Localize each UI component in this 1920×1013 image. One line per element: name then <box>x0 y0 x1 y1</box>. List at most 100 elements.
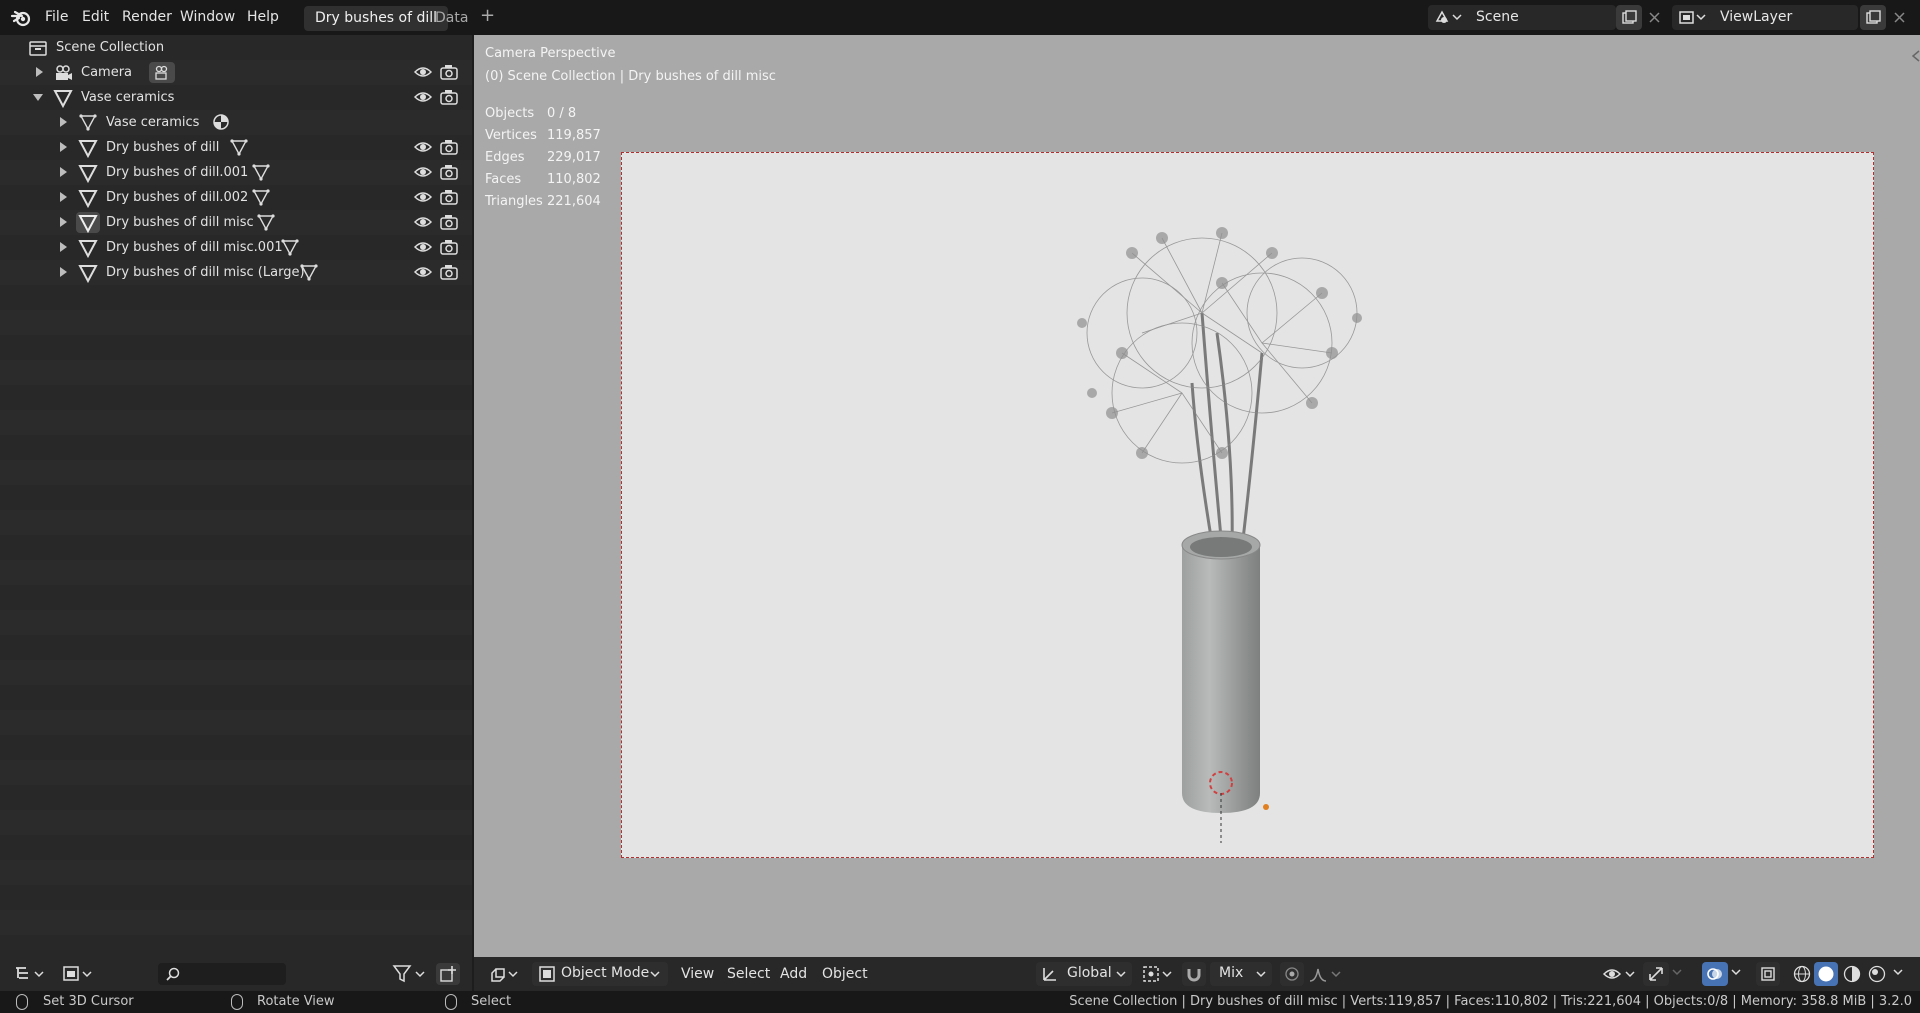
outliner-row-dill-misc-001[interactable]: Dry bushes of dill misc.001 <box>0 235 472 260</box>
new-view-layer-button[interactable] <box>1860 5 1886 30</box>
new-collection-button[interactable] <box>436 963 460 985</box>
expand-arrow-icon[interactable] <box>60 192 67 202</box>
delete-scene-button[interactable] <box>1641 5 1667 30</box>
3d-viewport[interactable]: Camera Perspective (0) Scene Collection … <box>474 35 1920 957</box>
visibility-eye-icon[interactable] <box>414 139 432 155</box>
viewport-title: Camera Perspective <box>485 46 616 61</box>
new-scene-button[interactable] <box>1616 5 1642 30</box>
mesh-data-icon[interactable] <box>252 188 270 206</box>
render-camera-icon[interactable] <box>440 189 458 205</box>
expand-arrow-icon[interactable] <box>60 117 67 127</box>
visibility-eye-icon[interactable] <box>414 189 432 205</box>
search-icon <box>166 967 180 981</box>
menu-add[interactable]: Add <box>780 966 807 982</box>
solid-shading-button[interactable] <box>1814 962 1838 986</box>
material-icon[interactable] <box>212 113 230 131</box>
pivot-point-icon[interactable] <box>1142 965 1176 983</box>
mesh-data-icon[interactable] <box>257 213 275 231</box>
material-preview-icon[interactable] <box>1843 965 1861 983</box>
blender-logo-icon[interactable] <box>10 7 32 29</box>
visibility-eye-icon[interactable] <box>414 264 432 280</box>
outliner-item-label: Vase ceramics <box>106 115 200 130</box>
visibility-eye-icon[interactable] <box>414 164 432 180</box>
visibility-eye-icon[interactable] <box>414 89 432 105</box>
view-layer-name[interactable]: ViewLayer <box>1720 9 1792 25</box>
chevron-down-icon[interactable] <box>1730 967 1742 977</box>
menu-window[interactable]: Window <box>180 9 235 25</box>
menu-file[interactable]: File <box>45 9 68 25</box>
empty-row <box>0 460 472 485</box>
expand-arrow-icon[interactable] <box>60 267 67 277</box>
visibility-eye-icon[interactable] <box>414 239 432 255</box>
wireframe-shading-icon[interactable] <box>1793 965 1811 983</box>
render-camera-icon[interactable] <box>440 264 458 280</box>
outliner-row-vase-mesh-data[interactable]: Vase ceramics <box>0 110 472 135</box>
outliner-item-label: Dry bushes of dill misc (Large) <box>106 265 305 280</box>
render-camera-icon[interactable] <box>440 164 458 180</box>
visibility-eye-icon[interactable] <box>414 64 432 80</box>
menu-view[interactable]: View <box>681 966 714 982</box>
scene-selector[interactable]: Scene <box>1428 5 1616 30</box>
expand-arrow-icon[interactable] <box>60 217 67 227</box>
visibility-eye-icon[interactable] <box>414 214 432 230</box>
mesh-object-icon <box>78 140 98 158</box>
mesh-data-icon[interactable] <box>252 163 270 181</box>
render-camera-icon[interactable] <box>440 139 458 155</box>
render-camera-icon[interactable] <box>440 214 458 230</box>
expand-arrow-icon[interactable] <box>60 167 67 177</box>
snap-mode-selector[interactable]: Mix <box>1210 962 1272 986</box>
render-camera-icon[interactable] <box>440 64 458 80</box>
mode-label: Object Mode <box>561 965 650 981</box>
workspace-tab-data[interactable]: Data <box>424 6 479 31</box>
menu-help[interactable]: Help <box>247 9 279 25</box>
outliner-row-camera[interactable]: Camera <box>0 60 472 85</box>
scene-name[interactable]: Scene <box>1476 9 1519 25</box>
xray-toggle[interactable] <box>1756 962 1780 986</box>
mesh-data-icon[interactable] <box>230 138 248 156</box>
render-camera-icon[interactable] <box>440 89 458 105</box>
xray-icon <box>1761 967 1775 981</box>
display-mode-icon[interactable] <box>62 965 96 983</box>
rendered-shading-icon[interactable] <box>1868 965 1886 983</box>
mouse-middle-icon <box>231 994 243 1010</box>
add-workspace-button[interactable]: + <box>480 5 495 26</box>
proportional-edit-toggle[interactable] <box>1280 962 1304 986</box>
outliner-row-dill-002[interactable]: Dry bushes of dill.002 <box>0 185 472 210</box>
sidebar-toggle-icon[interactable] <box>1910 49 1920 63</box>
render-camera-icon[interactable] <box>440 239 458 255</box>
editor-type-icon[interactable] <box>488 965 522 983</box>
outliner-row-dill[interactable]: Dry bushes of dill <box>0 135 472 160</box>
outliner-row-dill-misc[interactable]: Dry bushes of dill misc <box>0 210 472 235</box>
mesh-data-icon[interactable] <box>281 238 299 256</box>
chevron-down-icon[interactable] <box>1892 967 1904 977</box>
gizmo-toggle[interactable] <box>1643 962 1669 986</box>
outliner-row-vase-ceramics[interactable]: Vase ceramics <box>0 85 472 110</box>
transform-orientation-selector[interactable]: Global <box>1036 962 1132 986</box>
outliner-row-scene-collection[interactable]: Scene Collection <box>0 35 472 60</box>
menu-object[interactable]: Object <box>822 966 868 982</box>
delete-view-layer-button[interactable] <box>1886 5 1912 30</box>
selectability-visibility-icon[interactable] <box>1602 965 1638 983</box>
mode-selector[interactable]: Object Mode <box>532 962 668 986</box>
expand-arrow-icon[interactable] <box>60 242 67 252</box>
filter-icon[interactable] <box>392 964 428 984</box>
camera-data-button[interactable] <box>149 62 175 83</box>
expand-arrow-icon[interactable] <box>60 142 67 152</box>
stat-value: 221,604 <box>547 194 601 209</box>
chevron-down-icon[interactable] <box>1671 967 1683 977</box>
view-layer-selector[interactable]: ViewLayer <box>1672 5 1858 30</box>
mesh-data-icon[interactable] <box>300 263 318 281</box>
menu-select[interactable]: Select <box>727 966 770 982</box>
overlays-toggle[interactable] <box>1702 962 1728 986</box>
snap-toggle[interactable] <box>1182 962 1206 986</box>
outliner-row-dill-001[interactable]: Dry bushes of dill.001 <box>0 160 472 185</box>
editor-type-icon[interactable] <box>14 965 48 983</box>
falloff-curve-icon[interactable] <box>1308 965 1344 983</box>
dill-vase-render <box>1077 227 1362 843</box>
outliner-search-input[interactable] <box>158 963 286 985</box>
collapse-arrow-icon[interactable] <box>33 94 43 101</box>
menu-render[interactable]: Render <box>122 9 172 25</box>
expand-arrow-icon[interactable] <box>36 67 43 77</box>
menu-edit[interactable]: Edit <box>82 9 109 25</box>
outliner-row-dill-misc-large[interactable]: Dry bushes of dill misc (Large) <box>0 260 472 285</box>
